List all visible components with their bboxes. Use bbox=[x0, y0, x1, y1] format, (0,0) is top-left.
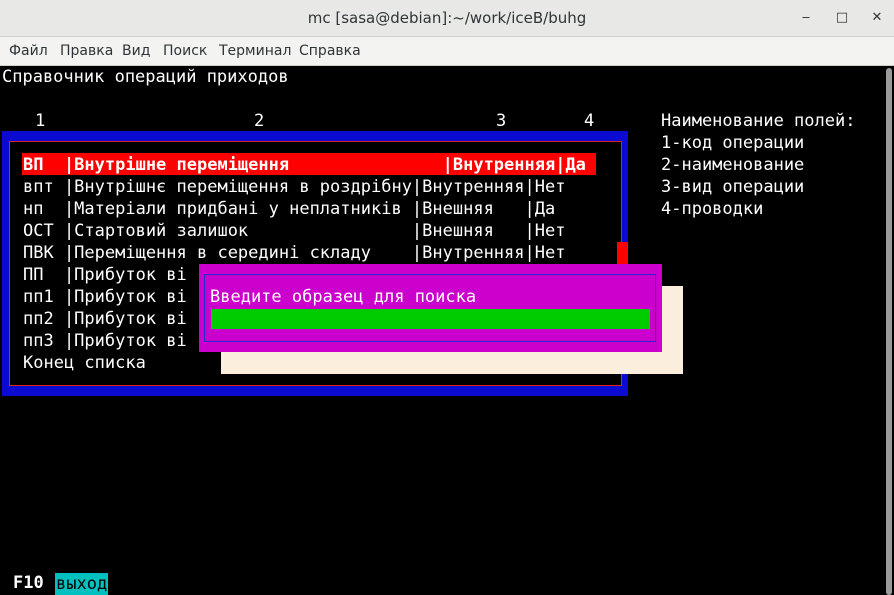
maximize-icon[interactable]: □ bbox=[833, 9, 851, 27]
legend-heading: Наименование полей: bbox=[661, 111, 856, 131]
list-row[interactable]: пп1 |Прибуток ві bbox=[23, 286, 187, 308]
legend-item: 1-код операции bbox=[661, 133, 805, 153]
list-row[interactable]: пп2 |Прибуток ві bbox=[23, 308, 187, 330]
menu-search[interactable]: Поиск bbox=[163, 37, 207, 65]
window-title: mc [sasa@debian]:~/work/iceB/buhg bbox=[307, 9, 587, 27]
column-number-3: 3 bbox=[496, 111, 507, 131]
menu-help[interactable]: Справка bbox=[299, 37, 361, 65]
terminal-scrollbar[interactable] bbox=[886, 68, 892, 595]
list-scroll-indicator bbox=[617, 242, 628, 265]
list-row[interactable]: ОСТ |Стартовий залишок |Внешняя |Нет bbox=[23, 220, 565, 242]
search-prompt: Введите образец для поиска bbox=[210, 287, 477, 307]
exit-button[interactable]: выход bbox=[55, 573, 109, 595]
screen-title: Справочник операций приходов bbox=[2, 67, 289, 87]
legend-item: 3-вид операции bbox=[661, 177, 805, 197]
column-number-4: 4 bbox=[584, 111, 595, 131]
dialog-border bbox=[204, 274, 656, 342]
search-input[interactable] bbox=[211, 309, 650, 329]
column-number-2: 2 bbox=[254, 111, 265, 131]
list-row[interactable]: впт |Внутрішнє переміщення в роздрібну|В… bbox=[23, 176, 565, 198]
menu-view[interactable]: Вид bbox=[122, 37, 150, 65]
menu-file[interactable]: Файл bbox=[9, 37, 48, 65]
minimize-icon[interactable]: ‒ bbox=[797, 9, 815, 27]
list-end-marker: Конец списка bbox=[23, 353, 146, 373]
list-row[interactable]: пп3 |Прибуток ві bbox=[23, 330, 187, 352]
list-row-selected[interactable]: ВП |Внутрішне переміщення |Внутренняя|Да bbox=[23, 154, 586, 176]
legend-item: 4-проводки bbox=[661, 199, 764, 219]
menu-terminal[interactable]: Терминал bbox=[219, 37, 291, 65]
close-icon[interactable]: ✕ bbox=[868, 9, 886, 27]
menu-edit[interactable]: Правка bbox=[60, 37, 113, 65]
f10-key-label: F10 bbox=[13, 573, 44, 593]
legend-item: 2-наименование bbox=[661, 155, 805, 175]
list-row[interactable]: ПП |Прибуток ві bbox=[23, 264, 187, 286]
column-number-1: 1 bbox=[35, 111, 46, 131]
list-row[interactable]: ПВК |Переміщення в середині складу |Внут… bbox=[23, 242, 565, 264]
list-row[interactable]: нп |Матеріали придбані у неплатників |Вн… bbox=[23, 198, 555, 220]
